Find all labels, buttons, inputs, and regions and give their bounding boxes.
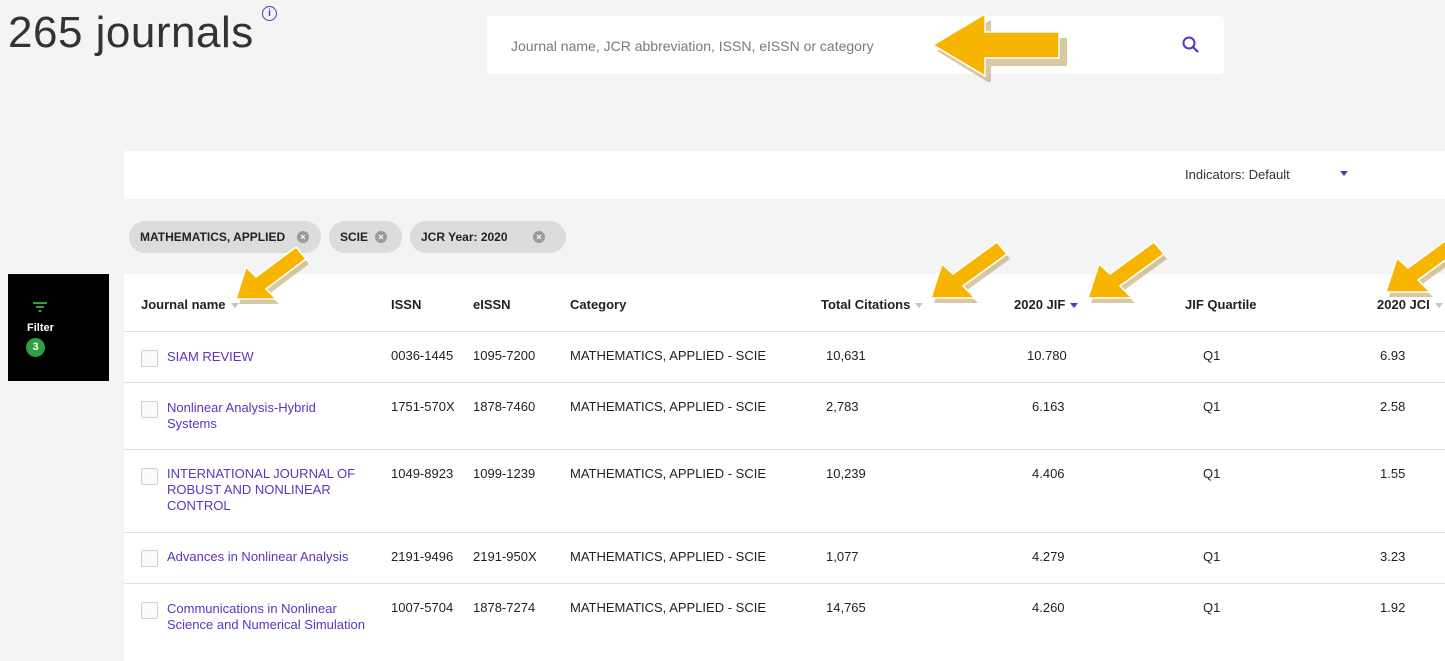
quartile-cell: Q1	[1203, 348, 1221, 363]
table-row: Nonlinear Analysis-Hybrid Systems 1751-5…	[124, 383, 1445, 450]
jif-cell: 6.163	[1032, 399, 1065, 414]
quartile-cell: Q1	[1203, 549, 1221, 564]
filter-chip-label: JCR Year: 2020	[421, 230, 508, 244]
column-jif-quartile: JIF Quartile	[1185, 297, 1257, 312]
filter-count-badge: 3	[26, 338, 45, 357]
column-2020-jif[interactable]: 2020 JIF	[1014, 297, 1079, 312]
filter-label: Filter	[27, 322, 54, 334]
jci-cell: 3.23	[1380, 549, 1406, 564]
jci-cell: 1.55	[1380, 466, 1406, 481]
citations-cell: 14,765	[826, 600, 866, 615]
close-icon[interactable]: ×	[375, 231, 387, 243]
issn-cell: 1049-8923	[391, 466, 454, 481]
journal-link[interactable]: Nonlinear Analysis-Hybrid Systems	[167, 400, 367, 432]
jci-cell: 1.92	[1380, 600, 1406, 615]
category-cell: MATHEMATICS, APPLIED - SCIE	[570, 466, 766, 481]
quartile-cell: Q1	[1203, 600, 1221, 615]
journals-table: Journal name ISSN eISSN Category Total C…	[124, 274, 1445, 661]
eissn-cell: 1095-7200	[473, 348, 536, 363]
annotation-arrow-icon	[1086, 240, 1167, 303]
indicators-dropdown[interactable]: Indicators: Default	[1185, 167, 1290, 182]
filter-icon	[33, 302, 47, 312]
annotation-arrow-icon	[234, 245, 309, 304]
eissn-cell: 1099-1239	[473, 466, 536, 481]
table-row: INTERNATIONAL JOURNAL OF ROBUST AND NONL…	[124, 450, 1445, 533]
citations-cell: 1,077	[826, 549, 859, 564]
row-checkbox[interactable]	[141, 602, 158, 619]
citations-cell: 10,631	[826, 348, 866, 363]
table-row: Advances in Nonlinear Analysis 2191-9496…	[124, 533, 1445, 584]
info-icon[interactable]: i	[262, 6, 277, 21]
category-cell: MATHEMATICS, APPLIED - SCIE	[570, 399, 766, 414]
filter-chip-label: MATHEMATICS, APPLIED	[140, 230, 286, 244]
citations-cell: 2,783	[826, 399, 859, 414]
row-checkbox[interactable]	[141, 550, 158, 567]
jif-cell: 10.780	[1027, 348, 1067, 363]
filter-chip[interactable]: SCIE ×	[329, 221, 402, 253]
category-cell: MATHEMATICS, APPLIED - SCIE	[570, 549, 766, 564]
close-icon[interactable]: ×	[297, 231, 309, 243]
quartile-cell: Q1	[1203, 466, 1221, 481]
citations-cell: 10,239	[826, 466, 866, 481]
chevron-down-icon[interactable]	[1340, 171, 1348, 176]
eissn-cell: 1878-7274	[473, 600, 536, 615]
category-cell: MATHEMATICS, APPLIED - SCIE	[570, 600, 766, 615]
close-icon[interactable]: ×	[533, 231, 545, 243]
issn-cell: 0036-1445	[391, 348, 454, 363]
quartile-cell: Q1	[1203, 399, 1221, 414]
eissn-cell: 1878-7460	[473, 399, 536, 414]
jif-cell: 4.260	[1032, 600, 1065, 615]
filter-panel-button[interactable]: Filter 3	[8, 274, 109, 381]
issn-cell: 1007-5704	[391, 600, 454, 615]
filter-chip-label: SCIE	[340, 230, 369, 244]
table-row: SIAM REVIEW 0036-1445 1095-7200 MATHEMAT…	[124, 331, 1445, 383]
column-journal-name[interactable]: Journal name	[141, 297, 239, 312]
column-eissn: eISSN	[473, 297, 511, 312]
column-2020-jci[interactable]: 2020 JCI	[1377, 297, 1443, 312]
column-total-citations[interactable]: Total Citations	[821, 297, 924, 312]
jif-cell: 4.406	[1032, 466, 1065, 481]
journal-link[interactable]: Communications in Nonlinear Science and …	[167, 601, 367, 633]
issn-cell: 2191-9496	[391, 549, 454, 564]
annotation-arrow-icon	[929, 240, 1010, 303]
column-category: Category	[570, 297, 627, 312]
filter-chip[interactable]: JCR Year: 2020 ×	[410, 221, 566, 253]
sort-icon	[1070, 303, 1079, 309]
row-checkbox[interactable]	[141, 350, 158, 367]
search-icon[interactable]	[1181, 35, 1201, 55]
search-box	[487, 16, 1224, 74]
category-cell: MATHEMATICS, APPLIED - SCIE	[570, 348, 766, 363]
journal-link[interactable]: INTERNATIONAL JOURNAL OF ROBUST AND NONL…	[167, 466, 367, 514]
row-checkbox[interactable]	[141, 468, 158, 485]
jif-cell: 4.279	[1032, 549, 1065, 564]
journal-link[interactable]: SIAM REVIEW	[167, 349, 367, 365]
page-title: 265 journals	[8, 8, 254, 57]
annotation-arrow-icon	[931, 12, 1067, 82]
table-toolbar: Indicators: Default	[124, 151, 1445, 199]
issn-cell: 1751-570X	[391, 399, 455, 414]
table-header: Journal name ISSN eISSN Category Total C…	[124, 274, 1445, 332]
table-row: Communications in Nonlinear Science and …	[124, 584, 1445, 661]
column-issn: ISSN	[391, 297, 422, 312]
jci-cell: 2.58	[1380, 399, 1406, 414]
jci-cell: 6.93	[1380, 348, 1406, 363]
sort-icon	[915, 303, 924, 309]
journal-link[interactable]: Advances in Nonlinear Analysis	[167, 549, 427, 565]
sort-icon	[1434, 303, 1443, 309]
row-checkbox[interactable]	[141, 401, 158, 418]
annotation-arrow-icon	[1384, 240, 1445, 297]
eissn-cell: 2191-950X	[473, 549, 537, 564]
